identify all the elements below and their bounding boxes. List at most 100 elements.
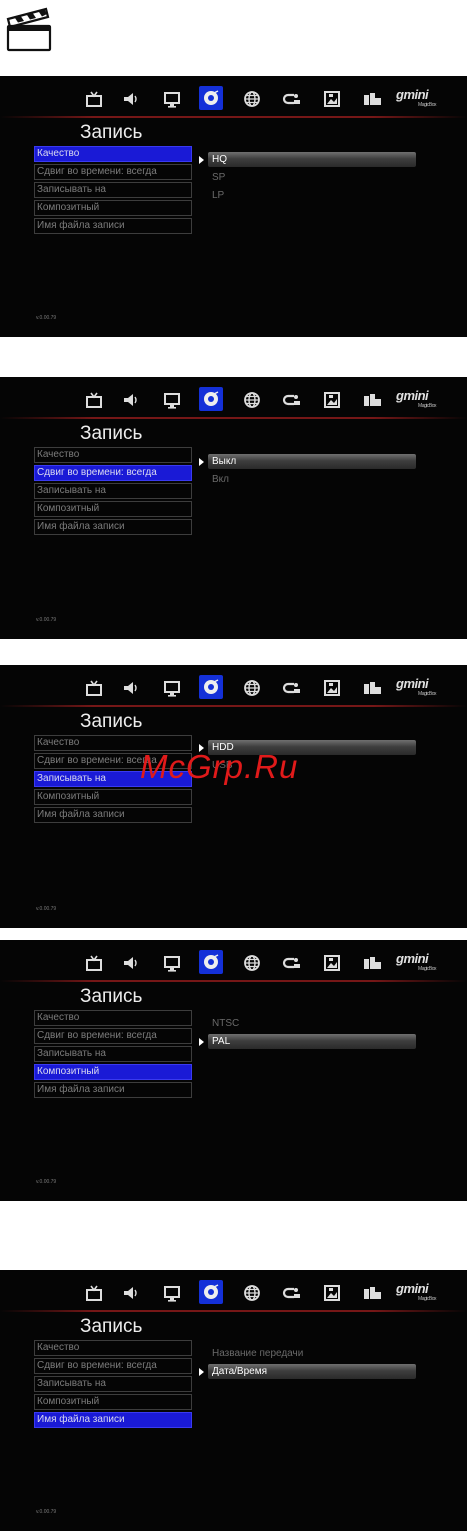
- files-icon[interactable]: [361, 389, 383, 411]
- record-icon[interactable]: [199, 1280, 223, 1304]
- menu-item[interactable]: Сдвиг во времени: всегда: [34, 1028, 192, 1044]
- tv-icon[interactable]: [83, 1282, 105, 1304]
- option-label: Дата/Время: [212, 1366, 268, 1377]
- top-icon-bar: gmini MagicBox: [0, 377, 467, 417]
- play-arrow-icon: [199, 1038, 204, 1046]
- network-icon[interactable]: [281, 389, 303, 411]
- option-item[interactable]: PAL: [198, 1034, 416, 1049]
- header-separator: [0, 705, 467, 707]
- menu-item[interactable]: Записывать на: [34, 1376, 192, 1392]
- tv-icon[interactable]: [83, 389, 105, 411]
- menu-item[interactable]: Композитный: [34, 1394, 192, 1410]
- option-label: Название передачи: [212, 1348, 304, 1359]
- globe-icon[interactable]: [241, 88, 263, 110]
- menu-item[interactable]: Качество: [34, 146, 192, 162]
- watermark: McGrp.Ru: [140, 748, 299, 785]
- menu-item[interactable]: Качество: [34, 1010, 192, 1026]
- top-icon-bar: gmini MagicBox: [0, 1270, 467, 1310]
- option-label: HQ: [212, 154, 227, 165]
- monitor-icon[interactable]: [161, 389, 183, 411]
- tv-icon[interactable]: [83, 88, 105, 110]
- play-arrow-icon: [199, 156, 204, 164]
- monitor-icon[interactable]: [161, 88, 183, 110]
- speaker-icon[interactable]: [120, 952, 142, 974]
- globe-icon[interactable]: [241, 1282, 263, 1304]
- record-icon[interactable]: [199, 387, 223, 411]
- header-separator: [0, 1310, 467, 1312]
- speaker-icon[interactable]: [120, 88, 142, 110]
- monitor-icon[interactable]: [161, 1282, 183, 1304]
- network-icon[interactable]: [281, 1282, 303, 1304]
- menu-item[interactable]: Качество: [34, 447, 192, 463]
- page-title: Запись: [80, 711, 143, 732]
- photo-icon[interactable]: [321, 88, 343, 110]
- files-icon[interactable]: [361, 677, 383, 699]
- files-icon[interactable]: [361, 952, 383, 974]
- menu-item[interactable]: Записывать на: [34, 1046, 192, 1062]
- tv-screen-1: gmini MagicBox Запись Качество Сдвиг во врем…: [0, 76, 467, 337]
- tv-icon[interactable]: [83, 677, 105, 699]
- option-label: PAL: [212, 1036, 231, 1047]
- menu-item[interactable]: Записывать на: [34, 182, 192, 198]
- menu-item[interactable]: Сдвиг во времени: всегда: [34, 164, 192, 180]
- photo-icon[interactable]: [321, 952, 343, 974]
- network-icon[interactable]: [281, 677, 303, 699]
- menu-item[interactable]: Имя файла записи: [34, 1412, 192, 1428]
- globe-icon[interactable]: [241, 677, 263, 699]
- menu-item[interactable]: Имя файла записи: [34, 519, 192, 535]
- network-icon[interactable]: [281, 88, 303, 110]
- photo-icon[interactable]: [321, 677, 343, 699]
- option-item[interactable]: NTSC: [198, 1016, 416, 1031]
- version-label: v.0.00.79: [36, 906, 57, 912]
- option-item[interactable]: LP: [198, 188, 416, 203]
- option-label: SP: [212, 172, 226, 183]
- top-icon-bar: gmini MagicBox: [0, 940, 467, 980]
- option-item[interactable]: HQ: [198, 152, 416, 167]
- option-item[interactable]: Выкл: [198, 454, 416, 469]
- page-title: Запись: [80, 122, 143, 143]
- menu-item[interactable]: Сдвиг во времени: всегда: [34, 1358, 192, 1374]
- option-item[interactable]: SP: [198, 170, 416, 185]
- files-icon[interactable]: [361, 1282, 383, 1304]
- option-item[interactable]: Вкл: [198, 472, 416, 487]
- menu-item[interactable]: Имя файла записи: [34, 1082, 192, 1098]
- page-title: Запись: [80, 986, 143, 1007]
- record-icon[interactable]: [199, 86, 223, 110]
- network-icon[interactable]: [281, 952, 303, 974]
- option-highlight: [208, 152, 416, 167]
- menu-item[interactable]: Записывать на: [34, 483, 192, 499]
- menu-item[interactable]: Имя файла записи: [34, 218, 192, 234]
- option-item[interactable]: Дата/Время: [198, 1364, 416, 1379]
- page-title: Запись: [80, 423, 143, 444]
- photo-icon[interactable]: [321, 389, 343, 411]
- speaker-icon[interactable]: [120, 389, 142, 411]
- menu-item[interactable]: Композитный: [34, 200, 192, 216]
- monitor-icon[interactable]: [161, 952, 183, 974]
- record-icon[interactable]: [199, 950, 223, 974]
- menu-item[interactable]: Композитный: [34, 789, 192, 805]
- menu-item[interactable]: Качество: [34, 1340, 192, 1356]
- top-icon-bar: gmini MagicBox: [0, 665, 467, 705]
- option-highlight: [208, 454, 416, 469]
- brand-logo: gmini MagicBox: [396, 951, 437, 973]
- files-icon[interactable]: [361, 88, 383, 110]
- menu-item[interactable]: Композитный: [34, 501, 192, 517]
- tv-screen-4: gmini MagicBox Запись Качество Сдвиг во врем…: [0, 940, 467, 1201]
- play-arrow-icon: [199, 458, 204, 466]
- menu-item[interactable]: Имя файла записи: [34, 807, 192, 823]
- settings-menu: Качество Сдвиг во времени: всегда Записыва…: [34, 447, 192, 537]
- globe-icon[interactable]: [241, 952, 263, 974]
- globe-icon[interactable]: [241, 389, 263, 411]
- speaker-icon[interactable]: [120, 677, 142, 699]
- record-icon[interactable]: [199, 675, 223, 699]
- tv-screen-5: gmini MagicBox Запись Качество Сдвиг во врем…: [0, 1270, 467, 1531]
- menu-item[interactable]: Сдвиг во времени: всегда: [34, 465, 192, 481]
- brand-logo: gmini MagicBox: [396, 676, 437, 698]
- photo-icon[interactable]: [321, 1282, 343, 1304]
- option-label: LP: [212, 190, 225, 201]
- monitor-icon[interactable]: [161, 677, 183, 699]
- menu-item[interactable]: Композитный: [34, 1064, 192, 1080]
- speaker-icon[interactable]: [120, 1282, 142, 1304]
- tv-icon[interactable]: [83, 952, 105, 974]
- option-item[interactable]: Название передачи: [198, 1346, 416, 1361]
